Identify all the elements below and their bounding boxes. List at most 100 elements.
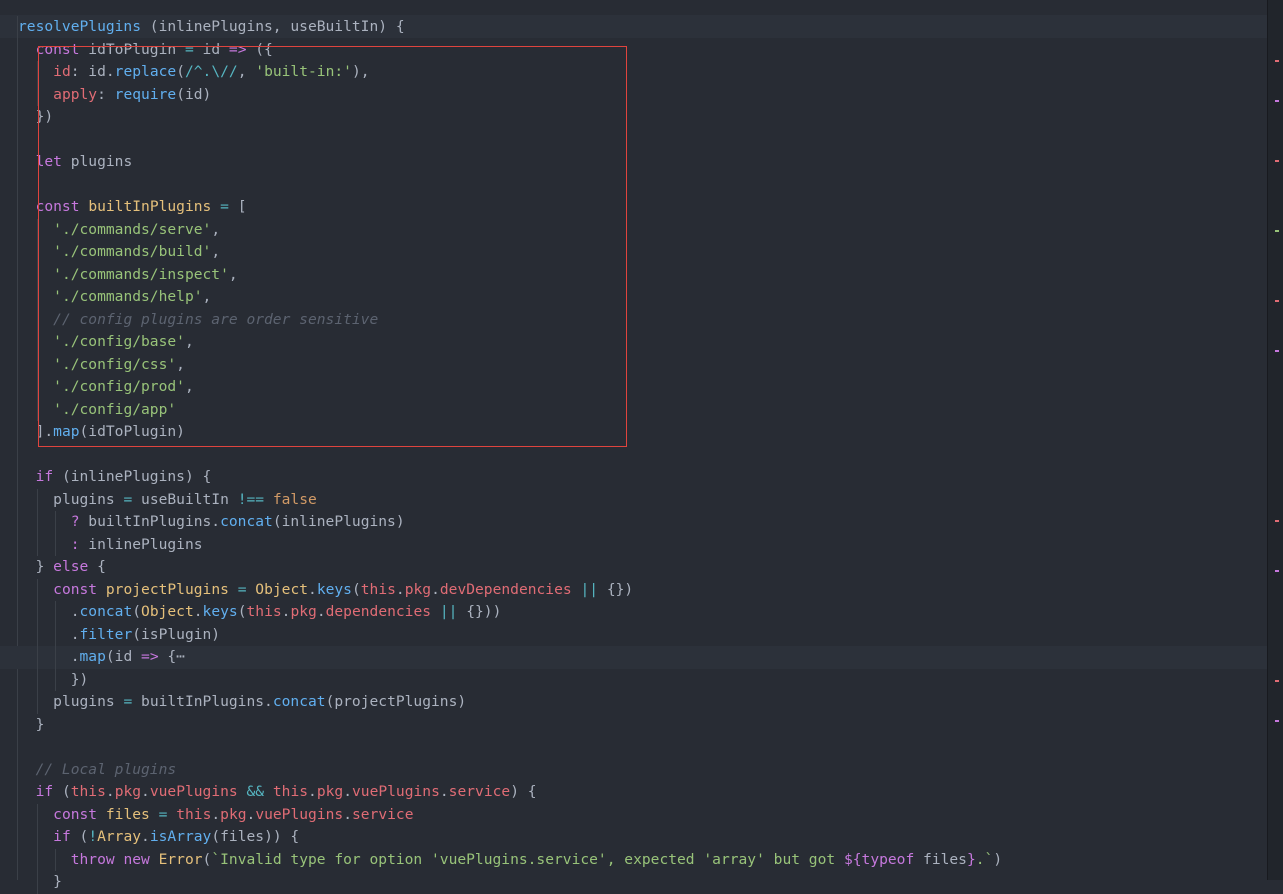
code-token: filter: [79, 625, 133, 643]
code-line[interactable]: throw new Error(`Invalid type for option…: [18, 849, 1268, 872]
code-line[interactable]: }: [18, 871, 1268, 894]
code-token: {: [88, 558, 106, 575]
code-token: if: [35, 468, 54, 485]
code-token: this: [272, 783, 309, 800]
code-token: if: [35, 783, 54, 800]
ruler-marker: [1275, 230, 1279, 232]
code-token: const: [53, 805, 98, 823]
code-token: vuePlugins: [255, 805, 344, 823]
ruler-marker: [1275, 300, 1279, 302]
code-token: new: [123, 850, 150, 868]
code-token: Error: [158, 850, 203, 868]
code-line[interactable]: if (this.pkg.vuePlugins && this.pkg.vueP…: [18, 781, 1268, 804]
code-line[interactable]: const projectPlugins = Object.keys(this.…: [18, 579, 1268, 602]
indent-guide: [54, 848, 56, 871]
ruler-marker: [1275, 570, 1279, 572]
code-token: .: [193, 603, 203, 620]
indent-guide: [36, 578, 38, 601]
scrollbar-overview-ruler[interactable]: [1267, 0, 1283, 880]
code-line[interactable]: if (inlinePlugins) {: [18, 466, 1268, 489]
code-token: inlinePlugins: [79, 535, 203, 553]
indent-guide: [36, 623, 38, 646]
code-line[interactable]: if (!Array.isArray(files)) {: [18, 826, 1268, 849]
code-line[interactable]: // Local plugins: [18, 759, 1268, 782]
indent-guide: [36, 871, 38, 894]
ruler-marker: [1275, 680, 1279, 682]
code-token: const: [53, 580, 98, 598]
code-line[interactable]: [18, 736, 1268, 759]
code-token: if: [53, 828, 71, 845]
code-token: vuePlugins: [149, 783, 238, 800]
indent-guide: [54, 511, 56, 534]
code-token: .: [70, 603, 80, 620]
code-token: builtInPlugins.: [79, 513, 221, 530]
code-token: (: [237, 603, 247, 620]
code-token: }: [966, 850, 976, 868]
code-line[interactable]: plugins = builtInPlugins.concat(projectP…: [18, 691, 1268, 714]
code-line[interactable]: }: [18, 714, 1268, 737]
code-token: (isPlugin): [132, 625, 221, 643]
code-token: isArray: [149, 828, 212, 845]
code-token: =>: [141, 648, 159, 665]
code-token: ${: [843, 850, 862, 868]
code-token: pkg: [220, 805, 247, 823]
code-line[interactable]: : inlinePlugins: [18, 534, 1268, 557]
indent-guide: [36, 668, 38, 691]
code-token: .`: [975, 850, 994, 868]
ruler-marker: [1275, 350, 1279, 352]
code-line[interactable]: }): [18, 669, 1268, 692]
code-token: ): [993, 850, 1003, 868]
code-token: .: [343, 783, 352, 800]
code-token: pkg: [114, 783, 142, 800]
code-token: }: [35, 715, 45, 733]
code-line[interactable]: .filter(isPlugin): [18, 624, 1268, 647]
code-line[interactable]: resolvePlugins (inlinePlugins, useBuiltI…: [18, 16, 1268, 39]
indent-guide: [36, 803, 38, 826]
code-token: files: [105, 805, 150, 823]
code-token: this: [176, 805, 212, 823]
ruler-marker: [1275, 100, 1279, 102]
code-line[interactable]: } else {: [18, 556, 1268, 579]
code-token: map: [79, 648, 106, 665]
indent-guide: [36, 511, 38, 534]
code-editor[interactable]: resolvePlugins (inlinePlugins, useBuiltI…: [0, 0, 1268, 894]
code-token: throw: [70, 850, 115, 868]
code-token: devDependencies: [439, 580, 572, 598]
code-token: (inlinePlugins) {: [53, 468, 212, 485]
code-token: .: [308, 580, 317, 598]
indent-guide: [36, 848, 38, 871]
code-token: concat: [79, 603, 133, 620]
code-token: {})): [457, 603, 502, 620]
code-token: plugins: [53, 693, 124, 710]
ruler-marker: [1275, 720, 1279, 722]
code-token: resolvePlugins: [18, 18, 142, 35]
code-token: plugins: [53, 490, 124, 508]
code-line[interactable]: plugins = useBuiltIn !== false: [18, 489, 1268, 512]
code-token: Array: [97, 828, 142, 845]
ruler-marker: [1275, 520, 1279, 522]
indent-guide: [36, 533, 38, 556]
code-token: .: [316, 603, 326, 620]
indent-guide: [54, 533, 56, 556]
code-token: concat: [220, 513, 273, 530]
code-token: service: [448, 783, 511, 800]
ruler-marker: [1275, 60, 1279, 62]
code-token: else: [53, 558, 89, 575]
code-token: // Local plugins: [35, 760, 177, 778]
code-line[interactable]: const files = this.pkg.vuePlugins.servic…: [18, 804, 1268, 827]
code-line[interactable]: ? builtInPlugins.concat(inlinePlugins): [18, 511, 1268, 534]
code-token: :: [70, 535, 80, 553]
code-line[interactable]: .map(id => {⋯: [0, 646, 1268, 669]
code-line[interactable]: .concat(Object.keys(this.pkg.dependencie…: [18, 601, 1268, 624]
code-token: Object: [255, 580, 309, 598]
code-token: this: [360, 580, 396, 598]
code-token: (inlinePlugins, useBuiltIn) {: [141, 18, 405, 35]
